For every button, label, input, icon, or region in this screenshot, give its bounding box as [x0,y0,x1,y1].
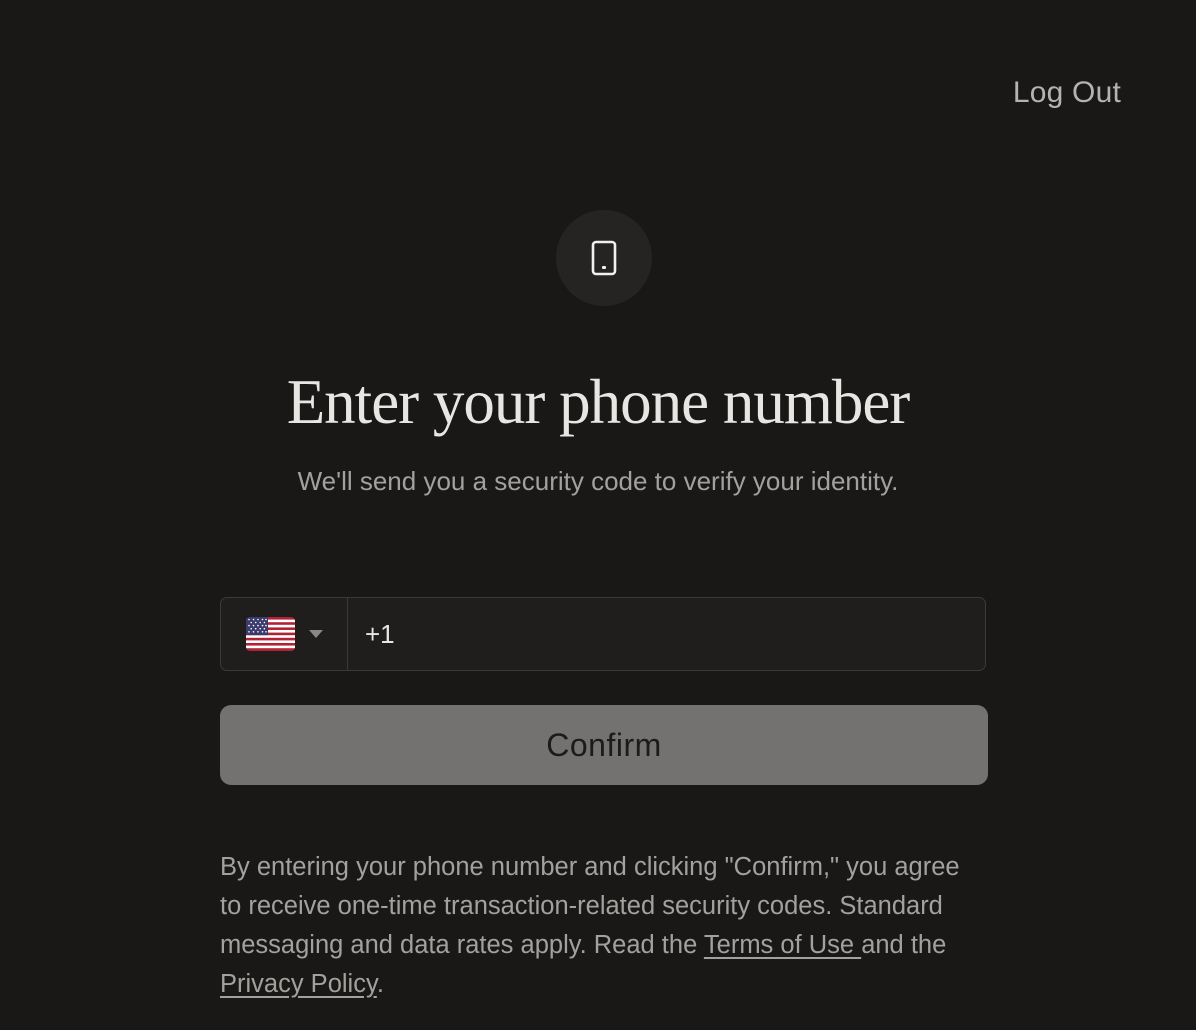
logout-link[interactable]: Log Out [1013,76,1121,110]
phone-number-field-group [220,597,986,671]
legal-text-end: . [376,970,384,998]
privacy-policy-link[interactable]: Privacy Policy [220,970,377,998]
page-title: Enter your phone number [286,367,911,437]
us-flag-icon [245,617,295,651]
country-code-select[interactable] [221,598,348,670]
phone-number-input[interactable] [348,598,985,670]
legal-text-and: and the [861,931,947,959]
chevron-down-icon [308,630,323,638]
page-subtitle: We'll send you a security code to verify… [297,466,899,496]
phone-icon-badge [556,210,652,306]
terms-of-use-link[interactable]: Terms of Use [704,931,861,959]
mobile-phone-icon [591,240,617,276]
legal-disclaimer: By entering your phone number and clicki… [220,848,980,1004]
confirm-button[interactable]: Confirm [220,705,988,785]
